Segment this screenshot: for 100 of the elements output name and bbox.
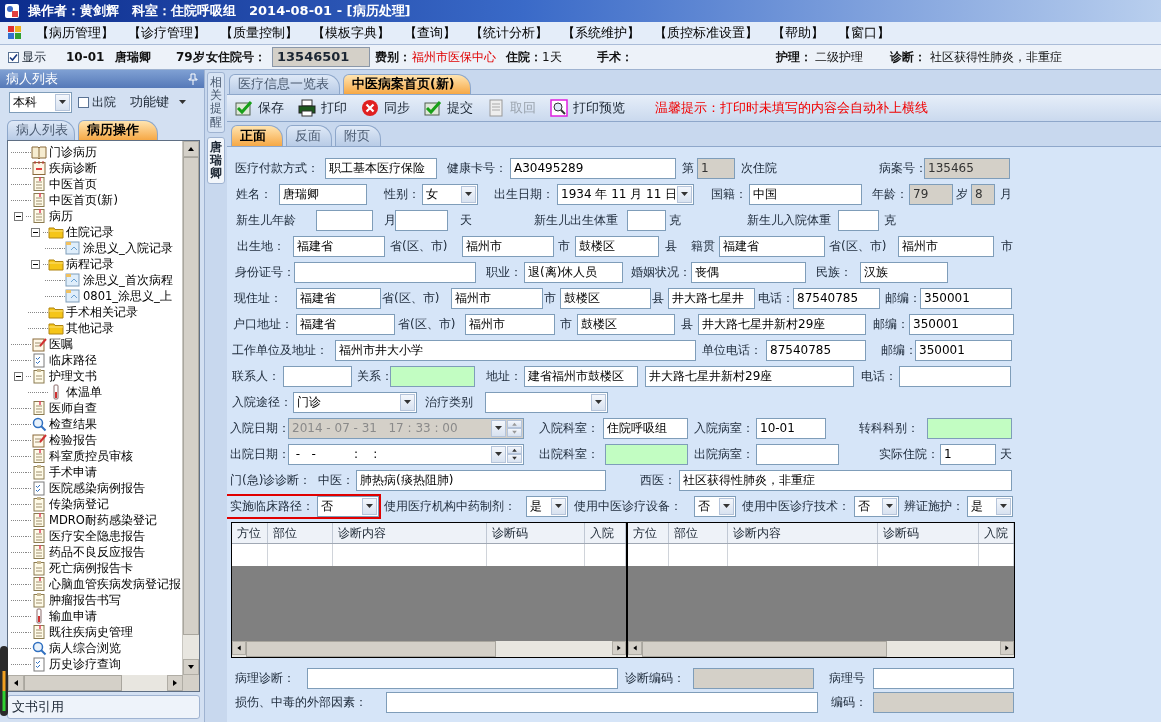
discharged-checkbox[interactable]: 出院 (78, 93, 116, 111)
tree-item[interactable]: 门诊病历 (31, 144, 97, 160)
text-field[interactable]: 井大路七星井新村29座 (645, 365, 854, 387)
menu-item[interactable]: 【系统维护】 (562, 24, 640, 42)
tree-item[interactable]: 历史诊疗查询 (31, 656, 121, 672)
tab[interactable]: 反面 (286, 125, 332, 146)
text-field[interactable]: 住院呼吸组 (603, 417, 688, 439)
tree-item[interactable]: 医疗安全隐患报告 (31, 528, 145, 544)
tree-item[interactable]: 既往疾病史管理 (31, 624, 133, 640)
side-tab[interactable]: 相关提醒 (207, 72, 225, 133)
text-field[interactable]: 10-01 (756, 417, 826, 439)
column-header[interactable]: 入院 (979, 523, 1014, 543)
column-header[interactable]: 部位 (669, 523, 728, 543)
text-field[interactable]: 福州市 (462, 235, 554, 257)
tree-item[interactable]: 住院记录 (48, 224, 114, 240)
text-field[interactable]: 福建省 (293, 235, 385, 257)
text-field[interactable] (283, 365, 352, 387)
menu-item[interactable]: 【模板字典】 (312, 24, 390, 42)
pin-icon[interactable] (188, 73, 198, 85)
tree-item[interactable]: 涂思义_入院记录 (65, 240, 173, 256)
text-field[interactable]: 鼓楼区 (577, 313, 675, 335)
text-field[interactable]: 350001 (909, 313, 1014, 335)
column-header[interactable]: 入院 (585, 523, 626, 543)
text-field[interactable]: 福州市 (465, 313, 555, 335)
collapse-toggle[interactable] (14, 211, 23, 221)
tree-item[interactable]: 病程记录 (48, 256, 114, 272)
text-field[interactable]: 福建省 (296, 287, 381, 309)
tree-item[interactable]: 传染病登记 (31, 496, 109, 512)
text-field[interactable]: 350001 (920, 287, 1012, 309)
text-field[interactable]: 福建省 (719, 235, 825, 257)
text-field[interactable]: A30495289 (510, 157, 676, 179)
menu-item[interactable]: 【查询】 (404, 24, 456, 42)
tab[interactable]: 医疗信息一览表 (229, 74, 340, 94)
tree-item[interactable]: 手术相关记录 (48, 304, 138, 320)
text-field[interactable] (386, 691, 818, 713)
column-header[interactable]: 方位 (628, 523, 669, 543)
tab[interactable]: 病人列表 (7, 120, 75, 140)
tree-item[interactable]: 病历 (31, 208, 73, 224)
text-field[interactable]: 退(离)休人员 (524, 261, 623, 283)
spinner-icon[interactable] (507, 445, 522, 463)
text-field[interactable] (316, 209, 373, 231)
dropdown[interactable]: 否 (854, 495, 899, 517)
text-field[interactable]: 职工基本医疗保险 (325, 157, 437, 179)
menu-item[interactable]: 【诊疗管理】 (128, 24, 206, 42)
tree-item[interactable]: 其他记录 (48, 320, 114, 336)
picker-field[interactable] (390, 365, 475, 387)
text-field[interactable]: 井大路七星井 (668, 287, 755, 309)
tree-item[interactable]: 体温单 (48, 384, 102, 400)
text-field[interactable]: 丧偶 (691, 261, 806, 283)
column-header[interactable]: 诊断内容 (728, 523, 878, 543)
footer-tab[interactable]: 文书引用 (7, 695, 200, 719)
tree-item[interactable]: 死亡病例报告卡 (31, 560, 133, 576)
tree-item[interactable]: 肿瘤报告书写 (31, 592, 121, 608)
menu-item[interactable]: 【窗口】 (838, 24, 890, 42)
menu-item[interactable]: 【帮助】 (772, 24, 824, 42)
dropdown[interactable]: 1934 年 11 月 11 日 (557, 183, 694, 205)
column-header[interactable]: 部位 (268, 523, 333, 543)
picker-field[interactable] (605, 443, 688, 465)
text-field[interactable]: 鼓楼区 (560, 287, 651, 309)
tree-item[interactable]: 手术申请 (31, 464, 97, 480)
dropdown[interactable]: 是 (526, 495, 568, 517)
tab[interactable]: 正面 (231, 125, 283, 146)
dropdown[interactable]: 本科 (9, 91, 72, 113)
picker-field[interactable] (927, 417, 1012, 439)
text-field[interactable] (307, 667, 618, 689)
dropdown[interactable]: 门诊 (293, 391, 417, 413)
dropdown[interactable]: 女 (422, 183, 478, 205)
text-field[interactable]: 福州市 (898, 235, 994, 257)
dropdown[interactable]: 否 (317, 495, 379, 517)
text-field[interactable] (756, 443, 839, 465)
column-header[interactable]: 诊断码 (878, 523, 979, 543)
dropdown[interactable] (485, 391, 608, 413)
tab[interactable]: 中医病案首页(新) (343, 74, 472, 94)
text-field[interactable]: 350001 (915, 339, 1012, 361)
tree-item[interactable]: 病人综合浏览 (31, 640, 121, 656)
tree-item[interactable]: 医院感染病例报告 (31, 480, 145, 496)
menu-item[interactable]: 【质控标准设置】 (654, 24, 758, 42)
column-header[interactable]: 诊断码 (487, 523, 585, 543)
dropdown[interactable]: 否 (694, 495, 736, 517)
toolbar-button[interactable]: 保存 (233, 99, 286, 117)
menu-item[interactable]: 【统计分析】 (470, 24, 548, 42)
tree-item[interactable]: 疾病诊断 (31, 160, 97, 176)
text-field[interactable]: 中国 (749, 183, 862, 205)
tree-item[interactable]: 护理文书 (31, 368, 97, 384)
collapse-toggle[interactable] (31, 227, 40, 237)
text-field[interactable]: 87540785 (793, 287, 880, 309)
tree-item[interactable]: MDRO耐药感染登记 (31, 512, 157, 528)
tree-item[interactable]: 输血申请 (31, 608, 97, 624)
text-field[interactable]: 建省福州市鼓楼区 (524, 365, 638, 387)
tree-item[interactable]: 中医首页 (31, 176, 97, 192)
column-header[interactable]: 方位 (232, 523, 268, 543)
tree-item[interactable]: 药品不良反应报告 (31, 544, 145, 560)
menu-item[interactable]: 【质量控制】 (220, 24, 298, 42)
text-field[interactable]: 福州市 (451, 287, 543, 309)
text-field[interactable]: 87540785 (766, 339, 866, 361)
tree-item[interactable]: 中医首页(新) (31, 192, 118, 208)
text-field[interactable] (873, 667, 1014, 689)
text-field[interactable]: 井大路七星井新村29座 (698, 313, 866, 335)
tab[interactable]: 附页 (335, 125, 381, 146)
dropdown[interactable]: 是 (967, 495, 1013, 517)
